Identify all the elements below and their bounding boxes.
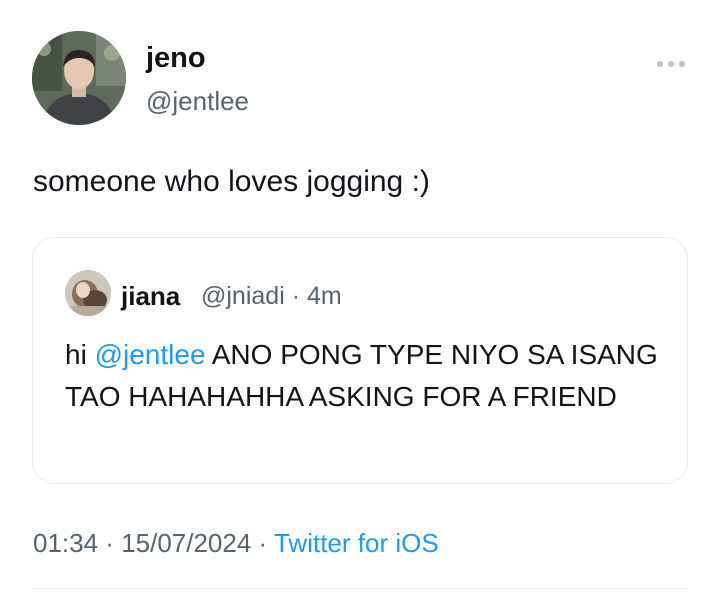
more-options-button[interactable] [657, 58, 693, 70]
quoted-tweet-text: hi @jentlee ANO PONG TYPE NIYO SA ISANG … [65, 334, 665, 418]
tweet-footer: 01:34 · 15/07/2024 · Twitter for iOS [33, 528, 439, 558]
quoted-tweet-card[interactable]: jiana @jniadi · 4m hi @jentlee ANO PONG … [32, 237, 688, 484]
quoted-time: 4m [306, 282, 342, 310]
quoted-author-handle[interactable]: @jniadi [201, 282, 285, 310]
author-handle[interactable]: @jentlee [146, 86, 249, 117]
tweet-text: someone who loves jogging :) [33, 165, 430, 198]
author-avatar[interactable] [32, 31, 126, 125]
tweet-time[interactable]: 01:34 [33, 528, 98, 558]
tweet-date[interactable]: 15/07/2024 [121, 528, 251, 558]
mention-link[interactable]: @jentlee [95, 339, 206, 370]
quoted-author-avatar[interactable] [65, 270, 111, 316]
quoted-author-name[interactable]: jiana [121, 281, 180, 312]
tweet-source-link[interactable]: Twitter for iOS [274, 528, 439, 558]
more-dot [679, 61, 685, 67]
more-dot [668, 61, 674, 67]
author-name[interactable]: jeno [146, 42, 206, 75]
quoted-meta: @jniadi · 4m [201, 282, 342, 310]
more-horizontal-icon [657, 61, 663, 67]
divider [32, 588, 688, 589]
quoted-text-before: hi [65, 339, 95, 370]
